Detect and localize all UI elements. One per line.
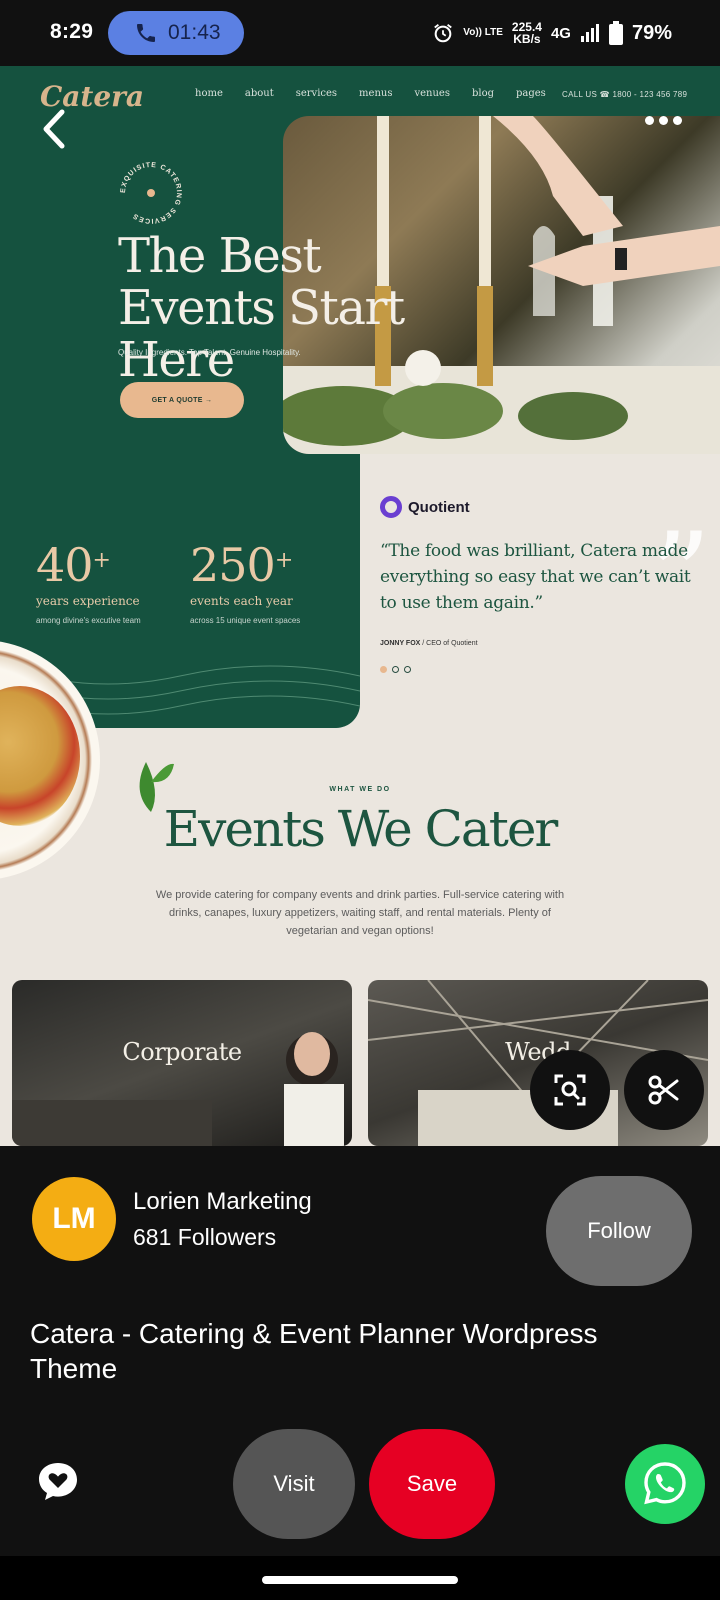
stat-number: 40+ <box>36 538 111 592</box>
pin-image[interactable]: Catera home about services menus venues … <box>0 66 720 1146</box>
back-arrow-icon[interactable] <box>38 106 72 152</box>
site-nav: home about services menus venues blog pa… <box>195 88 546 99</box>
status-bar: 8:29 01:43 Vo)) LTE 225.4 KB/s 4G 79% <box>0 0 720 66</box>
testimonial-quote: “The food was brilliant, Catera made eve… <box>380 541 691 613</box>
whatsapp-icon <box>644 1462 686 1505</box>
hero-title: The Best Events Start Here <box>118 228 405 388</box>
cutout-button[interactable] <box>624 1050 704 1130</box>
follow-button[interactable]: Follow <box>546 1176 692 1286</box>
site-nav-item: about <box>244 88 274 99</box>
quotient-logo-icon <box>380 496 402 518</box>
section-kicker: WHAT WE DO <box>329 786 391 793</box>
volte-indicator: Vo)) LTE <box>463 27 503 38</box>
pin-closeup-screen: 8:29 01:43 Vo)) LTE 225.4 KB/s 4G 79% Ca… <box>0 0 720 1600</box>
section-description: We provide catering for company events a… <box>155 889 565 937</box>
quotient-logo: Quotient <box>380 496 470 518</box>
scissors-icon <box>648 1075 679 1105</box>
stat-label: years experience <box>36 594 140 608</box>
status-icons: Vo)) LTE 225.4 KB/s 4G 79% <box>432 16 672 50</box>
carousel-dots <box>380 666 411 673</box>
site-call-us: CALL US ☎ 1800 - 123 456 789 <box>562 90 688 99</box>
site-nav-item: home <box>195 88 223 99</box>
save-button[interactable]: Save <box>369 1429 495 1539</box>
stat-label: events each year <box>190 594 293 608</box>
catering-services-badge: EXQUISITE CATERING SERVICES <box>120 162 181 224</box>
net-speed: 225.4 KB/s <box>512 21 542 45</box>
event-card-corporate: Corporate <box>12 980 352 1146</box>
section-title: Events We Cater <box>163 800 559 858</box>
ongoing-call-pill[interactable]: 01:43 <box>108 11 244 55</box>
phone-icon <box>137 24 155 42</box>
site-nav-item: venues <box>414 88 450 99</box>
signal-icon <box>580 24 599 42</box>
hero-subtitle: Quality Ingredients. Top Talent. Genuine… <box>118 348 301 357</box>
status-time: 8:29 <box>50 20 94 43</box>
stat-sub: across 15 unique event spaces <box>190 616 301 625</box>
pin-details-sheet: LM Lorien Marketing 681 Followers Follow… <box>0 1146 720 1556</box>
stat-sub: among divine's excutive team <box>36 616 141 625</box>
stat-events: 250+ events each year across 15 unique e… <box>190 538 300 625</box>
battery-level: 79% <box>631 21 672 44</box>
visit-button[interactable]: Visit <box>233 1429 355 1539</box>
stat-years: 40+ years experience among divine's excu… <box>36 538 141 625</box>
home-indicator[interactable] <box>262 1576 458 1584</box>
alarm-icon <box>434 24 453 43</box>
react-heart-icon[interactable] <box>36 1459 80 1503</box>
whatsapp-share-button[interactable] <box>625 1444 705 1524</box>
system-nav-bar <box>0 1556 720 1600</box>
testimonial-author: JONNY FOX / CEO of Quotient <box>380 640 478 647</box>
pin-title: Catera - Catering & Event Planner Wordpr… <box>30 1318 598 1384</box>
stat-number: 250+ <box>190 538 293 592</box>
creator-avatar[interactable]: LM <box>32 1177 116 1261</box>
site-nav-item: menus <box>359 88 393 99</box>
battery-icon <box>608 21 623 45</box>
creator-name[interactable]: Lorien Marketing <box>133 1188 312 1216</box>
visual-search-button[interactable] <box>530 1050 610 1130</box>
lens-search-icon <box>554 1074 586 1106</box>
site-nav-item: pages <box>516 88 546 99</box>
card-title: Corporate <box>122 1038 242 1066</box>
call-timer: 01:43 <box>168 21 221 44</box>
creator-followers: 681 Followers <box>133 1224 277 1250</box>
site-nav-item: blog <box>471 88 494 99</box>
net-speed-unit: KB/s <box>513 32 541 46</box>
network-type: 4G <box>550 24 571 42</box>
more-options-icon[interactable] <box>645 116 682 125</box>
site-nav-item: services <box>295 88 338 99</box>
